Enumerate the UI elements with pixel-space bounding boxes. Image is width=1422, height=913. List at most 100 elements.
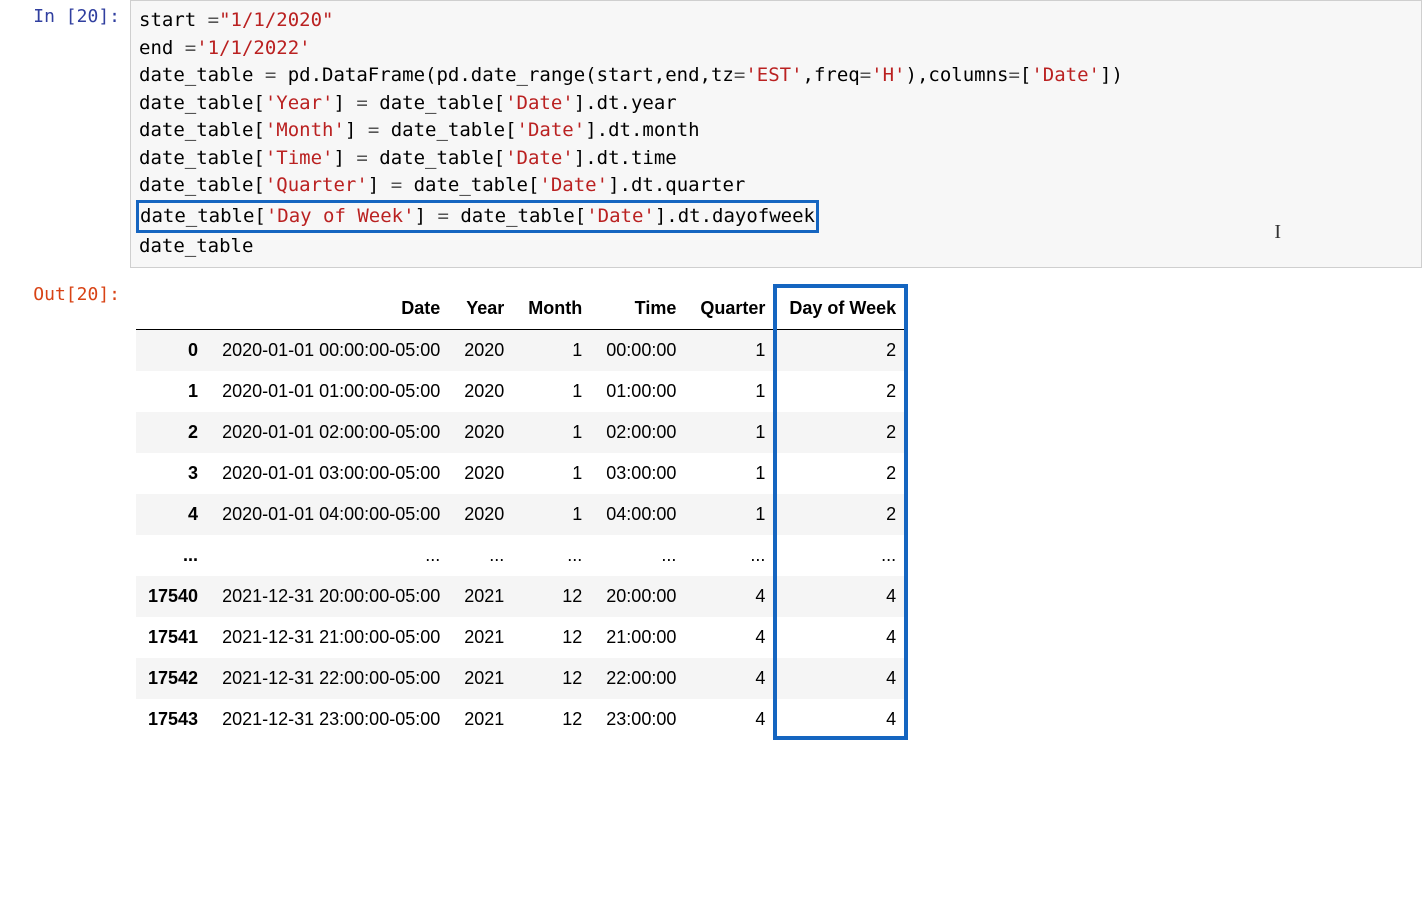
cell-quarter: 4 — [688, 576, 777, 617]
cell-year: 2021 — [452, 576, 516, 617]
row-index: 17543 — [136, 699, 210, 740]
cell-quarter: 1 — [688, 412, 777, 453]
cell-month: 12 — [516, 658, 594, 699]
cell-date: 2020-01-01 04:00:00-05:00 — [210, 494, 452, 535]
cell-time: 22:00:00 — [594, 658, 688, 699]
col-header-date: Date — [210, 288, 452, 330]
code-line-6: date_table['Time'] = date_table['Date'].… — [139, 147, 677, 169]
table-row: 42020-01-01 04:00:00-05:002020104:00:001… — [136, 494, 908, 535]
cell-quarter: 1 — [688, 329, 777, 371]
cell-time: 04:00:00 — [594, 494, 688, 535]
col-header-month: Month — [516, 288, 594, 330]
code-line-9: date_table — [139, 235, 253, 257]
cell-time: 01:00:00 — [594, 371, 688, 412]
cell-month: 1 — [516, 329, 594, 371]
cell-month: 12 — [516, 699, 594, 740]
code-line-7: date_table['Quarter'] = date_table['Date… — [139, 174, 745, 196]
row-index: 17541 — [136, 617, 210, 658]
input-cell-row: In [20]: start ="1/1/2020" end ='1/1/202… — [0, 0, 1422, 268]
cell-quarter: 1 — [688, 494, 777, 535]
cell-month: 1 — [516, 371, 594, 412]
cell-time: 23:00:00 — [594, 699, 688, 740]
code-line-2: end ='1/1/2022' — [139, 37, 311, 59]
row-index: ... — [136, 535, 210, 576]
cell-month: 12 — [516, 576, 594, 617]
cell-time: 02:00:00 — [594, 412, 688, 453]
cell-dayofweek: 4 — [777, 617, 908, 658]
cell-dayofweek: 4 — [777, 658, 908, 699]
col-header-dayofweek: Day of Week — [777, 288, 908, 330]
table-row: 32020-01-01 03:00:00-05:002020103:00:001… — [136, 453, 908, 494]
cell-year: 2020 — [452, 412, 516, 453]
code-input-area[interactable]: start ="1/1/2020" end ='1/1/2022' date_t… — [130, 0, 1422, 268]
col-header-index — [136, 288, 210, 330]
cell-dayofweek: 4 — [777, 576, 908, 617]
output-prompt: Out[20]: — [0, 278, 130, 311]
code-line-5: date_table['Month'] = date_table['Date']… — [139, 119, 700, 141]
cell-time: 00:00:00 — [594, 329, 688, 371]
cell-date: ... — [210, 535, 452, 576]
cell-time: ... — [594, 535, 688, 576]
output-cell-row: Out[20]: Date Year Month Time Quarter Da… — [0, 278, 1422, 740]
cell-year: 2021 — [452, 658, 516, 699]
cell-dayofweek: 2 — [777, 371, 908, 412]
cell-time: 20:00:00 — [594, 576, 688, 617]
cell-quarter: 1 — [688, 453, 777, 494]
table-row: 175432021-12-31 23:00:00-05:0020211223:0… — [136, 699, 908, 740]
table-row: 175412021-12-31 21:00:00-05:0020211221:0… — [136, 617, 908, 658]
col-header-year: Year — [452, 288, 516, 330]
col-header-quarter: Quarter — [688, 288, 777, 330]
cell-date: 2020-01-01 01:00:00-05:00 — [210, 371, 452, 412]
cell-date: 2020-01-01 02:00:00-05:00 — [210, 412, 452, 453]
row-index: 2 — [136, 412, 210, 453]
table-row: 12020-01-01 01:00:00-05:002020101:00:001… — [136, 371, 908, 412]
cell-quarter: 4 — [688, 699, 777, 740]
table-row: 02020-01-01 00:00:00-05:002020100:00:001… — [136, 329, 908, 371]
col-header-time: Time — [594, 288, 688, 330]
output-area: Date Year Month Time Quarter Day of Week… — [130, 278, 1422, 740]
cell-dayofweek: 4 — [777, 699, 908, 740]
cell-date: 2021-12-31 21:00:00-05:00 — [210, 617, 452, 658]
cell-time: 03:00:00 — [594, 453, 688, 494]
cell-dayofweek: 2 — [777, 329, 908, 371]
cell-date: 2020-01-01 00:00:00-05:00 — [210, 329, 452, 371]
cell-quarter: ... — [688, 535, 777, 576]
text-cursor-icon: I — [1274, 218, 1281, 247]
cell-quarter: 1 — [688, 371, 777, 412]
code-line-1: start ="1/1/2020" — [139, 9, 333, 31]
row-index: 3 — [136, 453, 210, 494]
row-index: 4 — [136, 494, 210, 535]
cell-dayofweek: 2 — [777, 494, 908, 535]
table-row: 175422021-12-31 22:00:00-05:0020211222:0… — [136, 658, 908, 699]
table-row: 175402021-12-31 20:00:00-05:0020211220:0… — [136, 576, 908, 617]
code-line-3: date_table = pd.DataFrame(pd.date_range(… — [139, 64, 1123, 86]
cell-date: 2020-01-01 03:00:00-05:00 — [210, 453, 452, 494]
cell-year: 2020 — [452, 453, 516, 494]
input-prompt: In [20]: — [0, 0, 130, 33]
cell-date: 2021-12-31 22:00:00-05:00 — [210, 658, 452, 699]
row-index: 1 — [136, 371, 210, 412]
row-index: 17542 — [136, 658, 210, 699]
cell-month: 1 — [516, 412, 594, 453]
code-line-4: date_table['Year'] = date_table['Date'].… — [139, 92, 677, 114]
table-row: 22020-01-01 02:00:00-05:002020102:00:001… — [136, 412, 908, 453]
cell-dayofweek: 2 — [777, 412, 908, 453]
cell-month: 1 — [516, 453, 594, 494]
cell-year: 2021 — [452, 699, 516, 740]
cell-quarter: 4 — [688, 617, 777, 658]
cell-year: 2020 — [452, 329, 516, 371]
cell-date: 2021-12-31 23:00:00-05:00 — [210, 699, 452, 740]
cell-month: ... — [516, 535, 594, 576]
table-header-row: Date Year Month Time Quarter Day of Week — [136, 288, 908, 330]
cell-year: ... — [452, 535, 516, 576]
highlighted-code-line: date_table['Day of Week'] = date_table['… — [136, 200, 819, 234]
row-index: 0 — [136, 329, 210, 371]
cell-quarter: 4 — [688, 658, 777, 699]
cell-month: 1 — [516, 494, 594, 535]
cell-time: 21:00:00 — [594, 617, 688, 658]
table-row: ..................... — [136, 535, 908, 576]
cell-month: 12 — [516, 617, 594, 658]
cell-year: 2021 — [452, 617, 516, 658]
dataframe-table: Date Year Month Time Quarter Day of Week… — [136, 288, 908, 740]
cell-date: 2021-12-31 20:00:00-05:00 — [210, 576, 452, 617]
